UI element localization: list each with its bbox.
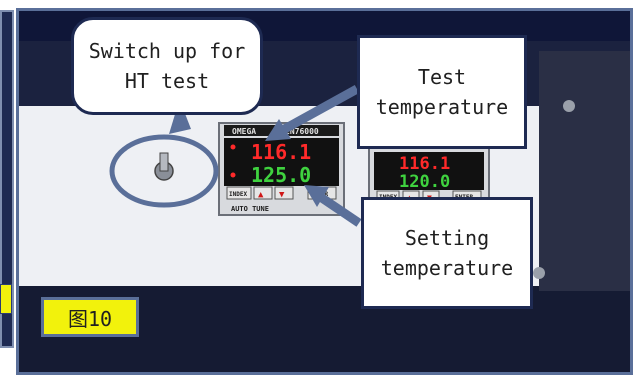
controller-right: 116.1 120.0 INDEX ▲ ▼ ENTER: [368, 147, 490, 204]
adjacent-figure-tag: [0, 284, 12, 314]
right-side: [539, 51, 630, 291]
equipment-photo: OMEGA CN76000 116.1 125.0 INDEX ▲ ▼ ENTE…: [16, 8, 633, 375]
up-button: ▲: [258, 190, 264, 200]
switch-callout: Switch up for HT test: [71, 17, 263, 115]
index-button: INDEX: [229, 191, 247, 198]
status-led: [230, 172, 236, 178]
setting-temperature-callout: Setting temperature: [361, 197, 533, 309]
test-temperature-callout: Test temperature: [357, 35, 527, 149]
set-value-display: 120.0: [399, 172, 450, 192]
auto-tune-label: AUTO TUNE: [231, 205, 269, 213]
brand-label: OMEGA: [232, 127, 256, 136]
status-led: [230, 144, 236, 150]
set-value-display: 125.0: [251, 163, 311, 187]
figure-label: 图10: [41, 297, 139, 337]
process-value-display: 116.1: [251, 140, 311, 164]
down-button: ▼: [279, 190, 285, 200]
screw-bottom-right: [533, 267, 545, 279]
process-value-display: 116.1: [399, 154, 450, 174]
screw-top-right: [563, 100, 575, 112]
